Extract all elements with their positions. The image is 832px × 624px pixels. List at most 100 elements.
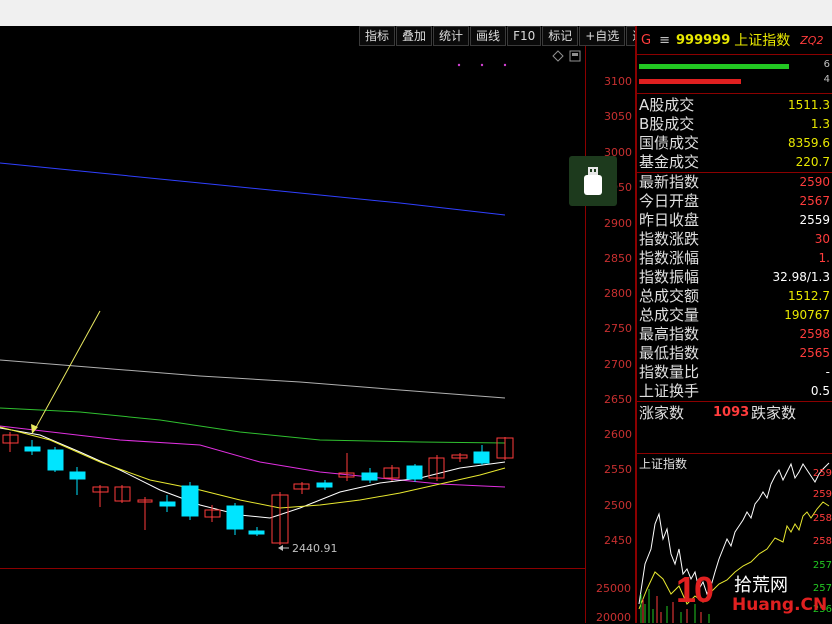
price-tick: 3050 [604, 110, 632, 123]
stat-label: 总成交量 [639, 306, 700, 324]
stat-value: 0.5 [810, 384, 830, 398]
price-tick: 2800 [604, 287, 632, 300]
mini-price-tick: 259 [812, 489, 832, 500]
security-name: 上证指数 [734, 33, 791, 49]
logo-number: 10 [676, 569, 714, 610]
price-tick: 2550 [604, 463, 632, 476]
arrow-annotation [31, 310, 101, 434]
candles [2, 432, 514, 545]
decline-count: 4 [823, 74, 830, 85]
usb-device-button[interactable] [569, 156, 617, 206]
stat-label: 最低指数 [639, 344, 700, 362]
security-code: 999999 [675, 32, 731, 48]
price-tick: 2600 [604, 428, 632, 441]
up-count-label: 涨家数 [639, 404, 685, 422]
stat-value: 2567 [799, 194, 830, 208]
stat-row: 指数涨跌 30 [637, 230, 832, 249]
stat-label: 最新指数 [639, 173, 700, 191]
stat-label: B股成交 [639, 115, 695, 133]
candlestick-chart[interactable]: 2440.91 [0, 46, 585, 568]
stat-label: 指数振幅 [639, 268, 700, 286]
breadth-bars: 6 4 [637, 55, 832, 94]
stat-label: A股成交 [639, 96, 695, 114]
stat-value: 2590 [799, 175, 830, 189]
stat-label: 上证换手 [639, 382, 700, 400]
overlay-button[interactable]: 叠加 [396, 26, 433, 46]
stat-row: 上证换手 0.5 [637, 382, 832, 402]
price-axis: 3100 3050 3000 2950 2900 2850 2800 2750 … [585, 46, 636, 624]
stat-label: 昨日收盘 [639, 211, 700, 229]
mini-price-tick: 259 [812, 468, 832, 479]
stat-row: 指数振幅 32.98/1.3 [637, 268, 832, 287]
volume-tick: 20000 [596, 611, 631, 624]
price-tick: 2700 [604, 358, 632, 371]
logo-english: Huang.CN [732, 595, 828, 615]
stat-value: 220.7 [795, 155, 830, 169]
advance-bar [639, 64, 789, 69]
price-tick: 2450 [604, 534, 632, 547]
stat-row: 总成交额 1512.7 [637, 287, 832, 306]
stat-label: 指数涨跌 [639, 230, 700, 248]
stat-row: 今日开盘 2567 [637, 192, 832, 211]
site-watermark-logo: 10 拾荒网 Huang.CN [676, 569, 828, 619]
stat-row: 昨日收盘 2559 [637, 211, 832, 230]
indicator-button[interactable]: 指标 [359, 26, 396, 46]
quote-info-panel: G ≡ 999999 上证指数 ZQ2 6 4 A股成交 1511.3 B股成交 1… [637, 26, 832, 623]
stat-label: 总成交额 [639, 287, 700, 305]
draw-line-button[interactable]: 画线 [470, 26, 507, 46]
stat-value: 1.3 [810, 117, 830, 131]
ma-blue-line [0, 162, 506, 216]
stat-row: B股成交 1.3 [637, 115, 832, 134]
stat-row: 最新指数 2590 [637, 173, 832, 192]
trade-stats: A股成交 1511.3 B股成交 1.3 国债成交 8359.6 基金成交 220.7 … [637, 96, 832, 402]
price-tick: 3100 [604, 75, 632, 88]
volume-tick: 25000 [596, 582, 631, 595]
advance-count: 6 [823, 59, 830, 70]
usb-drive-icon [584, 167, 602, 195]
stat-value: 1512.7 [788, 289, 830, 303]
updown-row: 涨家数 1093 跌家数 [637, 402, 832, 424]
statistics-button[interactable]: 统计 [433, 26, 470, 46]
low-point-label: 2440.91 [292, 542, 338, 555]
stat-label: 今日开盘 [639, 192, 700, 210]
ma-green-line [0, 407, 506, 444]
stat-label: 基金成交 [639, 153, 700, 171]
f10-button[interactable]: F10 [507, 26, 542, 46]
stat-row: 指数量比 - [637, 363, 832, 382]
group-indicator[interactable]: G [641, 33, 651, 48]
mark-button[interactable]: 标记 [542, 26, 579, 46]
stat-value: - [825, 365, 830, 379]
stat-row: 总成交量 190767 [637, 306, 832, 325]
stat-label: 国债成交 [639, 134, 700, 152]
stat-value: 190767 [784, 308, 830, 322]
volume-panel [0, 568, 585, 624]
stat-value: 2598 [799, 327, 830, 341]
stat-value: 1. [818, 251, 830, 265]
stat-value: 32.98/1.3 [772, 270, 830, 284]
stat-label: 最高指数 [639, 325, 700, 343]
stat-row: 最高指数 2598 [637, 325, 832, 344]
stat-value: 1511.3 [788, 98, 830, 112]
down-count-label: 跌家数 [751, 404, 797, 422]
stat-row: 指数涨幅 1. [637, 249, 832, 268]
stat-row: A股成交 1511.3 [637, 96, 832, 115]
price-tick: 2750 [604, 322, 632, 335]
price-tick: 2850 [604, 252, 632, 265]
ma-gray-line [0, 359, 506, 399]
stat-label: 指数涨幅 [639, 249, 700, 267]
quote-header: G ≡ 999999 上证指数 ZQ2 [637, 26, 832, 55]
security-tag: ZQ2 [800, 33, 824, 47]
menu-icon[interactable]: ≡ [659, 33, 670, 48]
stat-value: 2559 [799, 213, 830, 227]
stat-value: 2565 [799, 346, 830, 360]
price-tick: 2500 [604, 499, 632, 512]
up-count-value: 1093 [713, 405, 750, 420]
decline-bar [639, 79, 741, 84]
low-point-annotation: 2440.91 [278, 542, 338, 555]
stat-row: 最低指数 2565 [637, 344, 832, 363]
mini-price-tick: 258 [812, 536, 832, 547]
chart-toolbar: 指标 叠加 统计 画线 F10 标记 +自选 返回 [359, 26, 664, 46]
add-watchlist-button[interactable]: +自选 [579, 26, 626, 46]
price-tick: 2650 [604, 393, 632, 406]
stat-row: 国债成交 8359.6 [637, 134, 832, 153]
